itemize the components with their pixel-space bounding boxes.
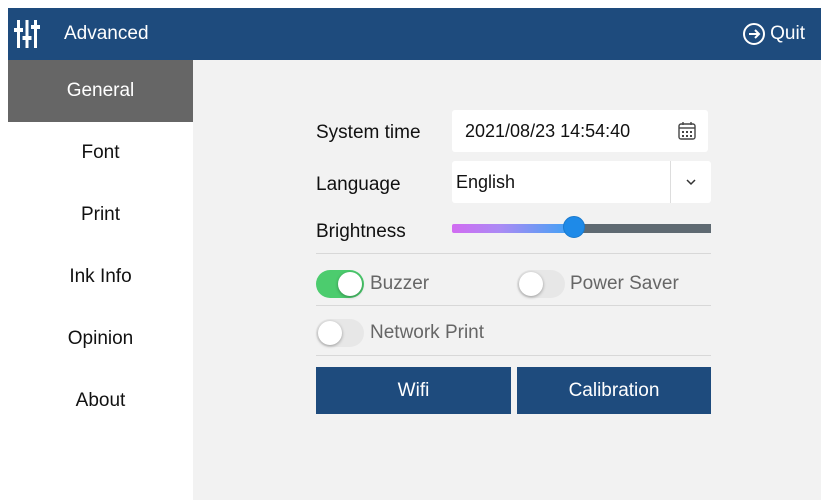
chevron-down-icon[interactable]	[684, 175, 698, 189]
system-time-field[interactable]: 2021/08/23 14:54:40	[452, 110, 708, 152]
calibration-button[interactable]: Calibration	[517, 367, 711, 414]
wifi-button-label: Wifi	[397, 379, 430, 401]
sidebar-item-print[interactable]: Print	[8, 184, 193, 246]
divider	[316, 305, 711, 306]
network-print-label: Network Print	[370, 322, 485, 343]
header-bar: Advanced Quit	[8, 8, 821, 60]
brightness-slider-track[interactable]	[575, 224, 711, 233]
toggle-knob	[338, 272, 362, 296]
network-print-toggle[interactable]	[316, 319, 364, 347]
sidebar-item-opinion[interactable]: Opinion	[8, 308, 193, 370]
sidebar-item-font[interactable]: Font	[8, 122, 193, 184]
sidebar-item-ink-info[interactable]: Ink Info	[8, 246, 193, 308]
divider	[316, 253, 711, 254]
app-title: Advanced	[64, 23, 149, 44]
toggle-knob	[519, 272, 543, 296]
calibration-button-label: Calibration	[568, 379, 660, 401]
brightness-slider-fill[interactable]	[452, 224, 575, 233]
language-select[interactable]: English	[452, 161, 711, 203]
sidebar-item-about[interactable]: About	[8, 370, 193, 432]
toggle-knob	[318, 321, 342, 345]
sidebar: General Font Print Ink Info Opinion Abou…	[8, 60, 193, 500]
sidebar-item-label: Font	[81, 142, 120, 163]
language-value: English	[456, 171, 516, 192]
wifi-button[interactable]: Wifi	[316, 367, 511, 414]
sliders-icon	[14, 20, 40, 48]
settings-window: Advanced Quit General Font Print Ink Inf…	[8, 8, 821, 500]
system-time-value: 2021/08/23 14:54:40	[465, 120, 631, 141]
system-time-label: System time	[316, 122, 421, 143]
brightness-slider-thumb[interactable]	[563, 216, 585, 238]
sidebar-item-general[interactable]: General	[8, 60, 193, 122]
calendar-icon[interactable]	[677, 121, 697, 141]
quit-button[interactable]: Quit	[742, 20, 805, 48]
power-saver-toggle[interactable]	[517, 270, 565, 298]
power-saver-label: Power Saver	[570, 273, 679, 294]
sidebar-item-label: About	[75, 390, 126, 411]
divider	[316, 355, 711, 356]
quit-label: Quit	[770, 23, 805, 44]
logout-arrow-icon	[743, 23, 766, 45]
sidebar-item-label: Print	[80, 204, 121, 225]
brightness-label: Brightness	[316, 221, 406, 242]
sidebar-item-label: Ink Info	[69, 266, 132, 287]
buzzer-toggle[interactable]	[316, 270, 364, 298]
select-divider	[670, 161, 671, 203]
language-label: Language	[316, 174, 401, 195]
sidebar-item-label: Opinion	[67, 328, 134, 349]
buzzer-label: Buzzer	[370, 273, 430, 294]
sidebar-item-label: General	[66, 80, 135, 101]
